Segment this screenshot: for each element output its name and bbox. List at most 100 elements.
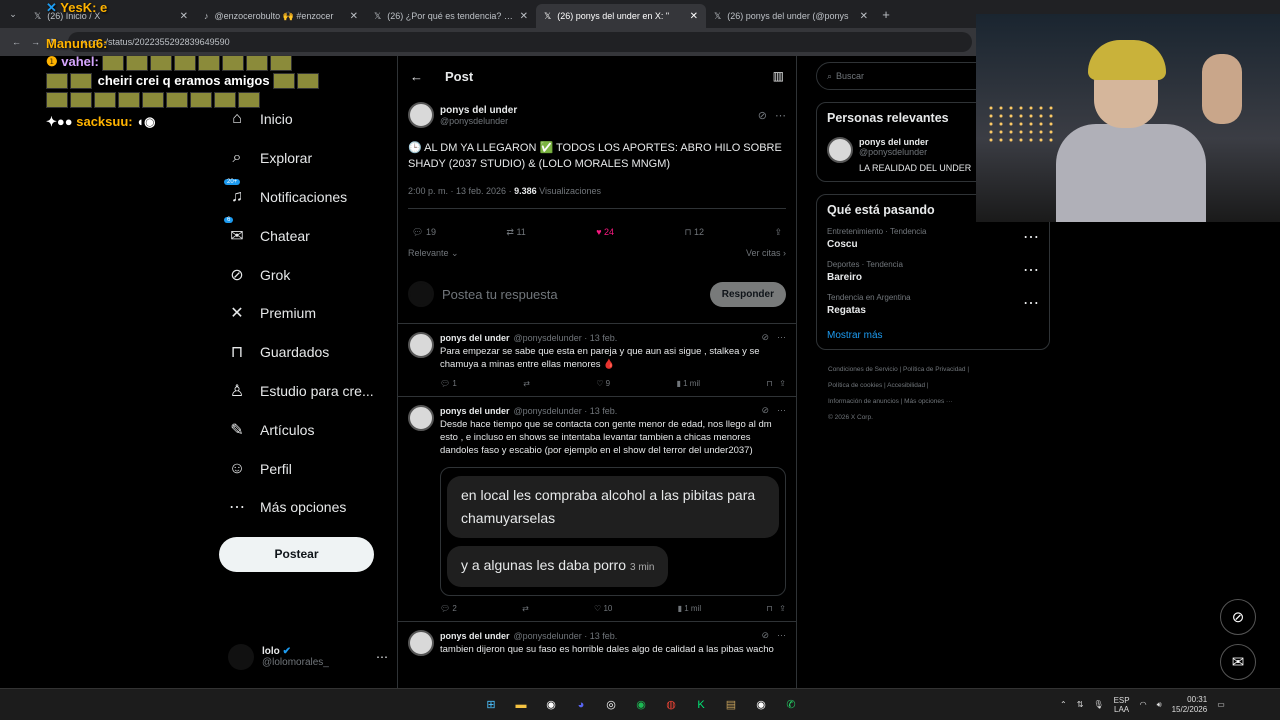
share-icon[interactable]: ⇪ bbox=[774, 227, 782, 238]
show-more-link[interactable]: Mostrar más bbox=[827, 330, 1039, 341]
quotes-link[interactable]: Ver citas › bbox=[746, 248, 786, 259]
avatar[interactable] bbox=[408, 332, 434, 358]
wifi-icon[interactable]: ◠ bbox=[1140, 700, 1147, 709]
share-icon[interactable]: ⇪ bbox=[779, 604, 786, 613]
notifications-icon[interactable]: ▭ bbox=[1217, 700, 1225, 709]
nav-item-grok[interactable]: ⊘ Grok bbox=[218, 255, 398, 294]
more-icon[interactable]: ⋯ bbox=[1023, 260, 1039, 283]
chat-screenshot-image[interactable]: en local les compraba alcohol a las pibi… bbox=[440, 467, 786, 596]
grok-icon[interactable]: ⊘ bbox=[761, 405, 769, 416]
footer-line[interactable]: Condiciones de Servicio | Política de Pr… bbox=[828, 362, 1050, 378]
avatar[interactable] bbox=[827, 137, 853, 163]
author-name[interactable]: ponys del under bbox=[440, 406, 510, 416]
author-name[interactable]: ponys del under bbox=[440, 105, 517, 116]
more-icon[interactable]: ⋯ bbox=[777, 332, 786, 343]
tab-5[interactable]: 𝕏 (26) ponys del under (@ponys ✕ bbox=[706, 4, 876, 28]
file-explorer-icon[interactable]: ▬ bbox=[512, 696, 530, 714]
views-button[interactable]: ▮ 1 mil bbox=[676, 379, 700, 388]
author-name[interactable]: ponys del under bbox=[440, 333, 510, 343]
back-icon[interactable]: ← bbox=[12, 37, 21, 47]
views-button[interactable]: ▮ 1 mil bbox=[678, 604, 702, 613]
nav-item-guardados[interactable]: ⊓ Guardados bbox=[218, 333, 398, 372]
thread-post-3[interactable]: ponys del under @ponysdelunder · 13 feb. ⊘… bbox=[398, 622, 796, 664]
footer-line[interactable]: Información de anuncios | Más opciones ·… bbox=[828, 394, 1050, 410]
more-icon[interactable]: ⋯ bbox=[1023, 227, 1039, 250]
post-button[interactable]: Postear bbox=[219, 537, 374, 572]
kick-icon[interactable]: K bbox=[692, 696, 710, 714]
repost-button[interactable]: ⇄ 11 bbox=[506, 227, 525, 238]
like-button[interactable]: ♡ 9 bbox=[596, 379, 610, 388]
trend-item[interactable]: Entretenimiento · Tendencia Coscu ⋯ bbox=[827, 227, 1039, 250]
language-indicator[interactable]: ESP LAA bbox=[1114, 696, 1130, 714]
nav-item-premium[interactable]: ✕ Premium bbox=[218, 294, 398, 333]
more-icon[interactable]: ⋯ bbox=[777, 405, 786, 416]
new-tab-button[interactable]: + bbox=[876, 7, 896, 22]
network-icon[interactable]: ⇅ bbox=[1077, 700, 1084, 709]
reply-button[interactable]: 💬︎ 19 bbox=[412, 227, 436, 238]
spotify-icon[interactable]: ◉ bbox=[632, 696, 650, 714]
nav-item-perfil[interactable]: ☺ Perfil bbox=[218, 449, 398, 488]
mic-icon[interactable]: 🎙︎ bbox=[1093, 700, 1103, 709]
bookmark-button[interactable]: ⊓ 12 bbox=[684, 227, 704, 238]
grok-icon[interactable]: ⊘ bbox=[761, 332, 769, 343]
close-icon[interactable]: ✕ bbox=[520, 11, 528, 22]
thread-post-1[interactable]: ponys del under @ponysdelunder · 13 feb. ⊘… bbox=[398, 324, 796, 397]
steam-icon[interactable]: ◉ bbox=[752, 696, 770, 714]
steam-icon[interactable]: ◉ bbox=[542, 696, 560, 714]
grok-float-button[interactable]: ⊘ bbox=[1220, 599, 1256, 635]
repost-icon[interactable]: ⇄ bbox=[523, 379, 530, 388]
whatsapp-icon[interactable]: ✆ bbox=[782, 696, 800, 714]
nav-item-notificaciones[interactable]: ♫ 20+ Notificaciones bbox=[218, 178, 398, 217]
obs-icon[interactable]: ◎ bbox=[602, 696, 620, 714]
like-button[interactable]: ♡ 10 bbox=[594, 604, 612, 613]
sort-dropdown[interactable]: Relevante ⌄ bbox=[408, 248, 459, 259]
share-icon[interactable]: ⇪ bbox=[779, 379, 786, 388]
avatar[interactable] bbox=[408, 630, 434, 656]
clock[interactable]: 00:31 15/2/2026 bbox=[1172, 695, 1208, 715]
repost-icon[interactable]: ⇄ bbox=[522, 604, 529, 613]
nav-item-articulos[interactable]: ✎ Artículos bbox=[218, 410, 398, 449]
reply-submit-button[interactable]: Responder bbox=[709, 281, 786, 307]
reply-input[interactable]: Postea tu respuesta bbox=[442, 287, 702, 302]
footer-line[interactable]: Política de cookies | Accesibilidad | bbox=[828, 378, 1050, 394]
tab-4-active[interactable]: 𝕏 (26) ponys del under en X: " ✕ bbox=[536, 4, 706, 28]
avatar[interactable] bbox=[408, 102, 434, 128]
nav-item-estudio[interactable]: ♙ Estudio para cre... bbox=[218, 372, 398, 411]
discord-icon[interactable]: ◕ bbox=[572, 696, 590, 714]
avatar[interactable] bbox=[408, 405, 434, 431]
close-icon[interactable]: ✕ bbox=[860, 11, 868, 22]
thread-post-2[interactable]: ponys del under @ponysdelunder · 13 feb. ⊘… bbox=[398, 397, 796, 622]
forward-icon[interactable]: → bbox=[31, 37, 40, 47]
nav-item-mas-opciones[interactable]: ⋯ Más opciones bbox=[218, 488, 398, 527]
nav-item-chatear[interactable]: ✉ 6 Chatear bbox=[218, 216, 398, 255]
reply-button[interactable]: 💬︎ 1 bbox=[440, 379, 457, 388]
grok-icon[interactable]: ⊘ bbox=[758, 109, 767, 122]
messages-float-button[interactable]: ✉ bbox=[1220, 644, 1256, 680]
author-handle[interactable]: @ponysdelunder bbox=[440, 116, 517, 126]
trend-item[interactable]: Tendencia en Argentina Regatas ⋯ bbox=[827, 293, 1039, 316]
more-icon[interactable]: ⋯ bbox=[777, 630, 786, 641]
reply-button[interactable]: 💬︎ 2 bbox=[440, 604, 457, 613]
app-icon[interactable]: ▤ bbox=[722, 696, 740, 714]
volume-icon[interactable]: 🔊︎ bbox=[1157, 700, 1162, 710]
tab-list-icon[interactable]: ⌄ bbox=[0, 9, 26, 20]
post-time[interactable]: 2:00 p. m. · 13 feb. 2026 · bbox=[408, 186, 512, 196]
account-switcher[interactable]: lolo ✔ @lolomorales_ ⋯ bbox=[228, 644, 388, 670]
grok-icon[interactable]: ⊘ bbox=[761, 630, 769, 641]
back-arrow-icon[interactable]: ← bbox=[410, 69, 423, 84]
like-button[interactable]: ♥ 24 bbox=[596, 227, 614, 238]
bookmark-icon[interactable]: ⊓ bbox=[766, 604, 772, 613]
more-icon[interactable]: ⋯ bbox=[376, 650, 388, 664]
bookmark-icon[interactable]: ⊓ bbox=[766, 379, 772, 388]
reader-icon[interactable]: ▥ bbox=[773, 69, 784, 83]
chevron-up-icon[interactable]: ⌃ bbox=[1060, 700, 1067, 709]
user-name[interactable]: ponys del under bbox=[859, 137, 971, 147]
more-icon[interactable]: ⋯ bbox=[775, 109, 786, 122]
trend-item[interactable]: Deportes · Tendencia Bareiro ⋯ bbox=[827, 260, 1039, 283]
windows-start-icon[interactable]: ⊞ bbox=[482, 696, 500, 714]
author-name[interactable]: ponys del under bbox=[440, 631, 510, 641]
tab-3[interactable]: 𝕏 (26) ¿Por qué es tendencia? en ✕ bbox=[366, 4, 536, 28]
chrome-icon[interactable]: ◍ bbox=[662, 696, 680, 714]
more-icon[interactable]: ⋯ bbox=[1023, 293, 1039, 316]
close-icon[interactable]: ✕ bbox=[690, 11, 698, 22]
